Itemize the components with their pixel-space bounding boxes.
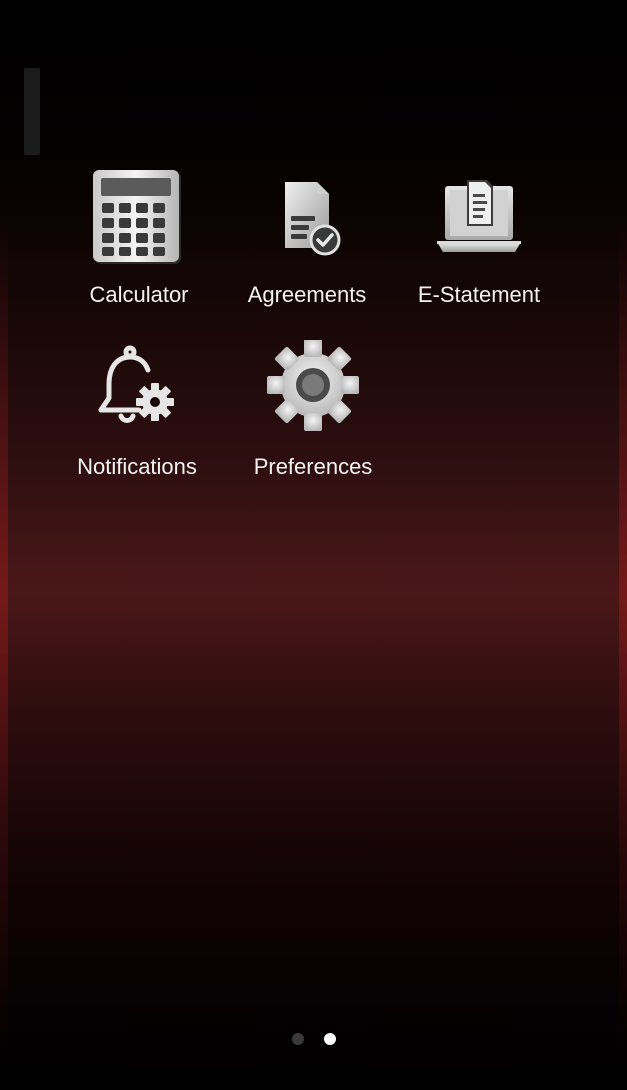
right-edge-glow [619, 220, 627, 1050]
app-label-notifications: Notifications [77, 454, 197, 479]
bell-gear-icon [87, 340, 187, 440]
app-calculator[interactable]: Calculator [54, 160, 224, 320]
agreement-document-icon [257, 168, 357, 268]
page-indicator [0, 1033, 627, 1047]
home-screen: Calculator Agreements E-Statement Notifi… [0, 0, 627, 1090]
page-dot-1[interactable] [291, 1033, 304, 1045]
app-label-preferences: Preferences [253, 454, 373, 479]
app-label-calculator: Calculator [89, 282, 189, 307]
laptop-document-icon [429, 168, 529, 268]
scroll-indicator [24, 68, 40, 155]
app-notifications[interactable]: Notifications [52, 332, 222, 492]
gear-icon [263, 339, 363, 440]
app-e-statement[interactable]: E-Statement [394, 160, 564, 320]
calculator-icon [89, 168, 189, 268]
app-label-e-statement: E-Statement [417, 282, 541, 307]
app-agreements[interactable]: Agreements [222, 160, 392, 320]
app-label-agreements: Agreements [247, 282, 367, 307]
left-edge-glow [0, 220, 8, 1050]
page-dot-2-active[interactable] [323, 1033, 336, 1045]
app-preferences[interactable]: Preferences [228, 332, 398, 492]
